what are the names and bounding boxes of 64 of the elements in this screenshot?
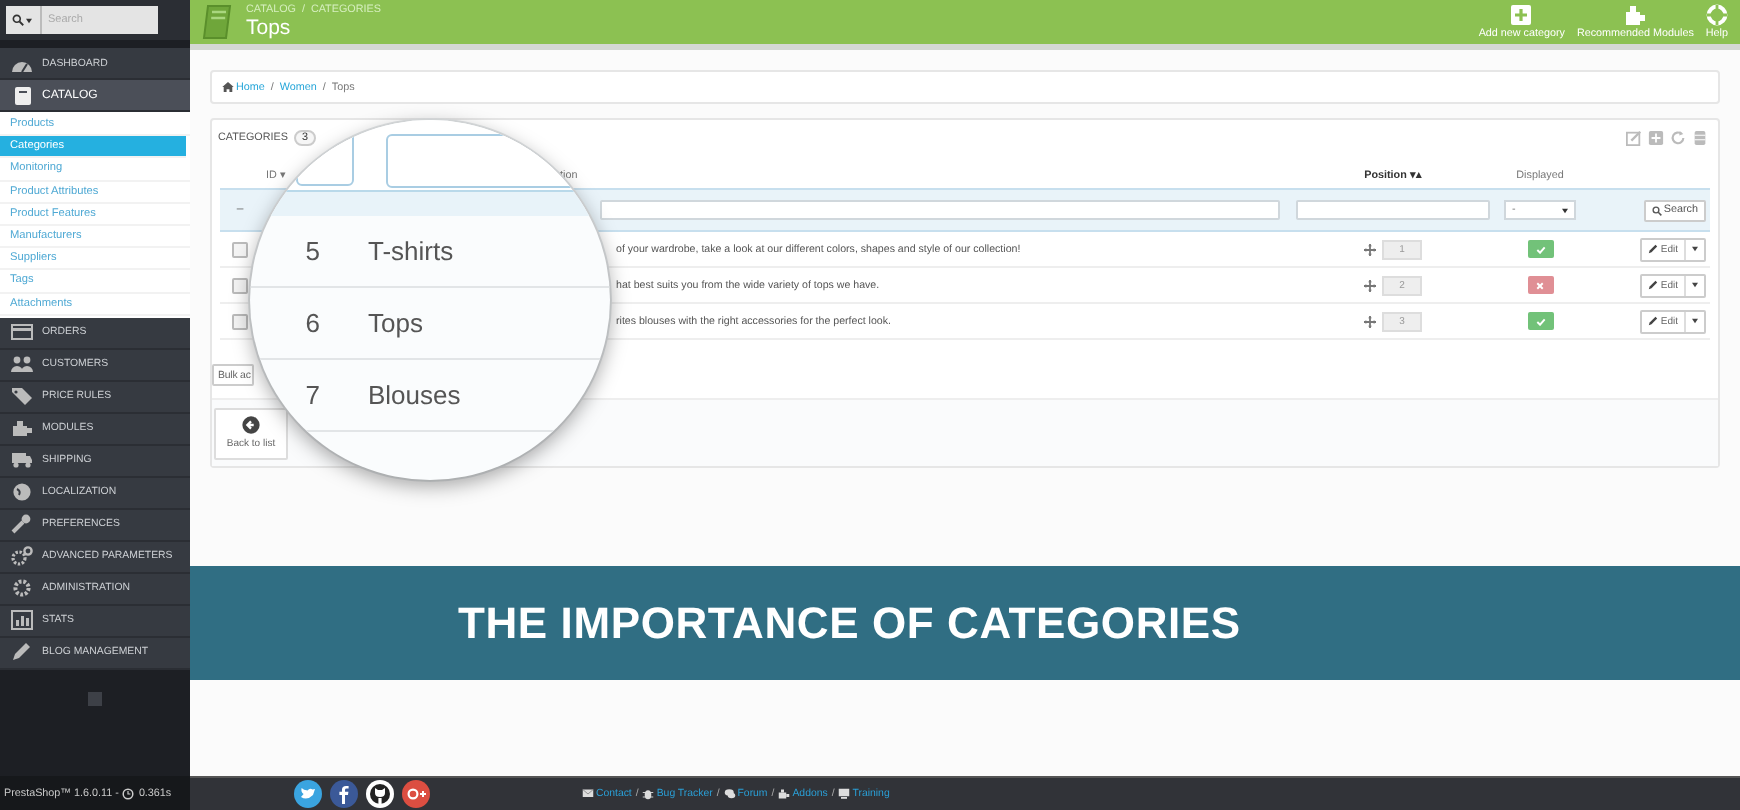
table-cell-text: 5 — [303, 236, 320, 266]
checkbox[interactable] — [232, 313, 248, 329]
chat-icon — [723, 788, 736, 800]
edit-icon[interactable] — [1626, 130, 1642, 146]
wrench-icon — [10, 514, 34, 535]
table-cell-text: 7 — [303, 380, 320, 410]
database-icon[interactable] — [1692, 130, 1708, 146]
pencil-icon — [1648, 280, 1659, 290]
table-cell: T-shirts — [368, 236, 454, 266]
check-icon — [1535, 245, 1545, 253]
move-icon[interactable] — [1364, 243, 1376, 255]
puzzle-icon — [1624, 4, 1647, 26]
input-field[interactable] — [600, 200, 1280, 220]
caret-icon — [1692, 318, 1698, 324]
cross-icon — [1536, 281, 1544, 289]
gear-icon — [10, 578, 34, 599]
caret-icon — [1692, 282, 1698, 288]
caret-icon — [26, 17, 32, 23]
table-cell: Blouses — [368, 380, 461, 410]
bug-icon — [642, 788, 655, 800]
banner-title: THE IMPORTANCE OF CATEGORIES — [458, 597, 1241, 649]
caret-icon — [1562, 207, 1568, 213]
check-icon — [1535, 317, 1545, 325]
book-icon — [10, 85, 34, 105]
table-cell: Tops — [368, 308, 423, 338]
book-icon — [202, 4, 234, 40]
caret-icon — [1692, 246, 1698, 252]
checkbox[interactable] — [232, 277, 248, 293]
status-toggle[interactable] — [1527, 240, 1553, 258]
screen-icon — [838, 788, 851, 800]
move-icon[interactable] — [1364, 279, 1376, 291]
people-icon — [10, 354, 34, 375]
status-toggle[interactable] — [1527, 276, 1553, 294]
chart-icon — [10, 610, 34, 631]
search-icon — [12, 14, 24, 26]
checkbox[interactable] — [232, 241, 248, 257]
pencil-icon — [10, 642, 34, 663]
pencil-icon — [1648, 316, 1659, 326]
globe-icon — [10, 482, 34, 503]
pencil-icon — [1648, 244, 1659, 254]
puzzle-icon — [10, 418, 34, 439]
move-icon[interactable] — [1364, 315, 1376, 327]
search-icon — [1651, 205, 1662, 215]
back-arrow-icon — [242, 416, 260, 434]
envelope-icon — [582, 788, 594, 800]
plus-icon[interactable] — [1648, 130, 1664, 146]
page-title: Tops — [246, 16, 293, 40]
status-toggle[interactable] — [1527, 312, 1553, 330]
puzzle-icon — [778, 788, 791, 800]
input-field[interactable] — [1296, 200, 1490, 220]
house-icon — [222, 82, 234, 92]
gears-icon — [10, 546, 34, 567]
refresh-icon[interactable] — [1670, 130, 1686, 146]
card-icon — [10, 322, 34, 343]
bird-icon[interactable] — [294, 780, 322, 808]
collapse-toggle[interactable] — [88, 691, 102, 706]
cat-icon[interactable] — [366, 780, 394, 808]
google-plus-icon[interactable] — [402, 780, 430, 808]
truck-icon — [10, 450, 34, 471]
facebook-icon[interactable] — [330, 780, 358, 808]
tag-icon — [10, 386, 34, 407]
table-cell-text: 6 — [303, 308, 320, 338]
clock-icon — [122, 787, 135, 799]
search-type-button[interactable] — [6, 6, 42, 34]
